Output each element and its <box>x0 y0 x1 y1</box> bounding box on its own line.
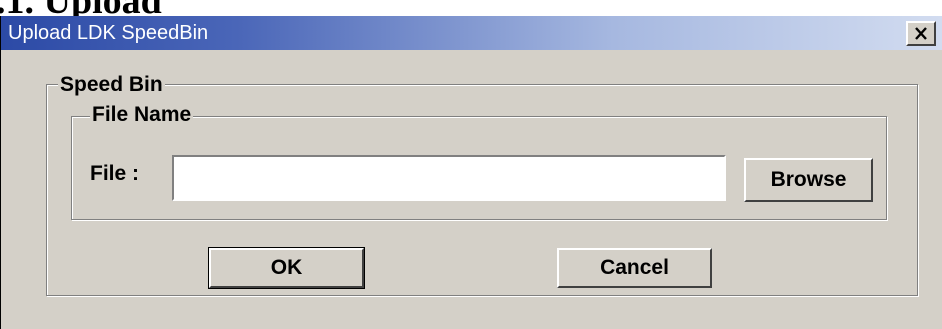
title-bar[interactable]: Upload LDK SpeedBin <box>1 16 942 50</box>
file-name-group-label: File Name <box>90 103 194 127</box>
close-icon <box>915 27 927 40</box>
file-path-input[interactable] <box>172 155 726 201</box>
dialog-title: Upload LDK SpeedBin <box>8 22 209 44</box>
file-label: File : <box>90 162 140 185</box>
browse-button[interactable]: Browse <box>744 158 873 202</box>
ok-button[interactable]: OK <box>208 247 365 289</box>
speed-bin-group-label: Speed Bin <box>58 73 165 97</box>
close-button[interactable] <box>906 21 936 46</box>
cancel-button[interactable]: Cancel <box>557 248 712 288</box>
